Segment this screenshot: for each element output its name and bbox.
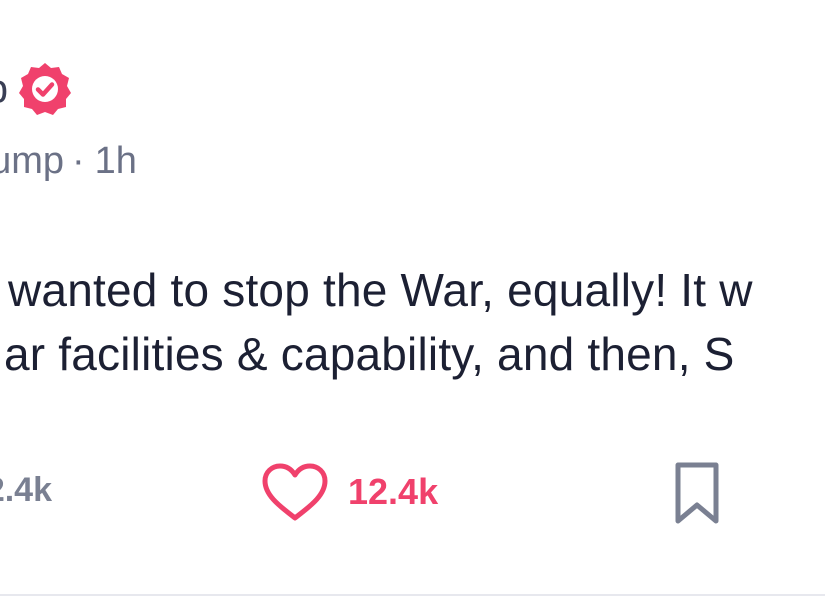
meta-separator: · [72,140,85,182]
post-timestamp[interactable]: 1h [95,140,137,183]
heart-icon[interactable] [260,461,330,523]
post-actions: 2.4k 12.4k [0,455,825,535]
author-row: p [0,56,74,122]
bookmark-icon[interactable] [668,459,726,527]
post-divider [0,594,825,596]
post-body[interactable]: wanted to stop the War, equally! It w ar… [0,258,825,386]
post-meta: Trump · 1h [0,140,137,183]
like-count: 12.4k [348,471,439,512]
post-text-line: wanted to stop the War, equally! It w [8,264,753,316]
author-handle[interactable]: Trump [0,140,64,183]
reply-count[interactable]: 2.4k [0,471,52,510]
author-name[interactable]: p [0,67,8,112]
bookmark-button[interactable] [668,459,726,527]
post-text-line: ar facilities & capability, and then, S [4,328,735,380]
verified-badge-icon [16,60,74,118]
like-button[interactable]: 12.4k [260,461,438,523]
